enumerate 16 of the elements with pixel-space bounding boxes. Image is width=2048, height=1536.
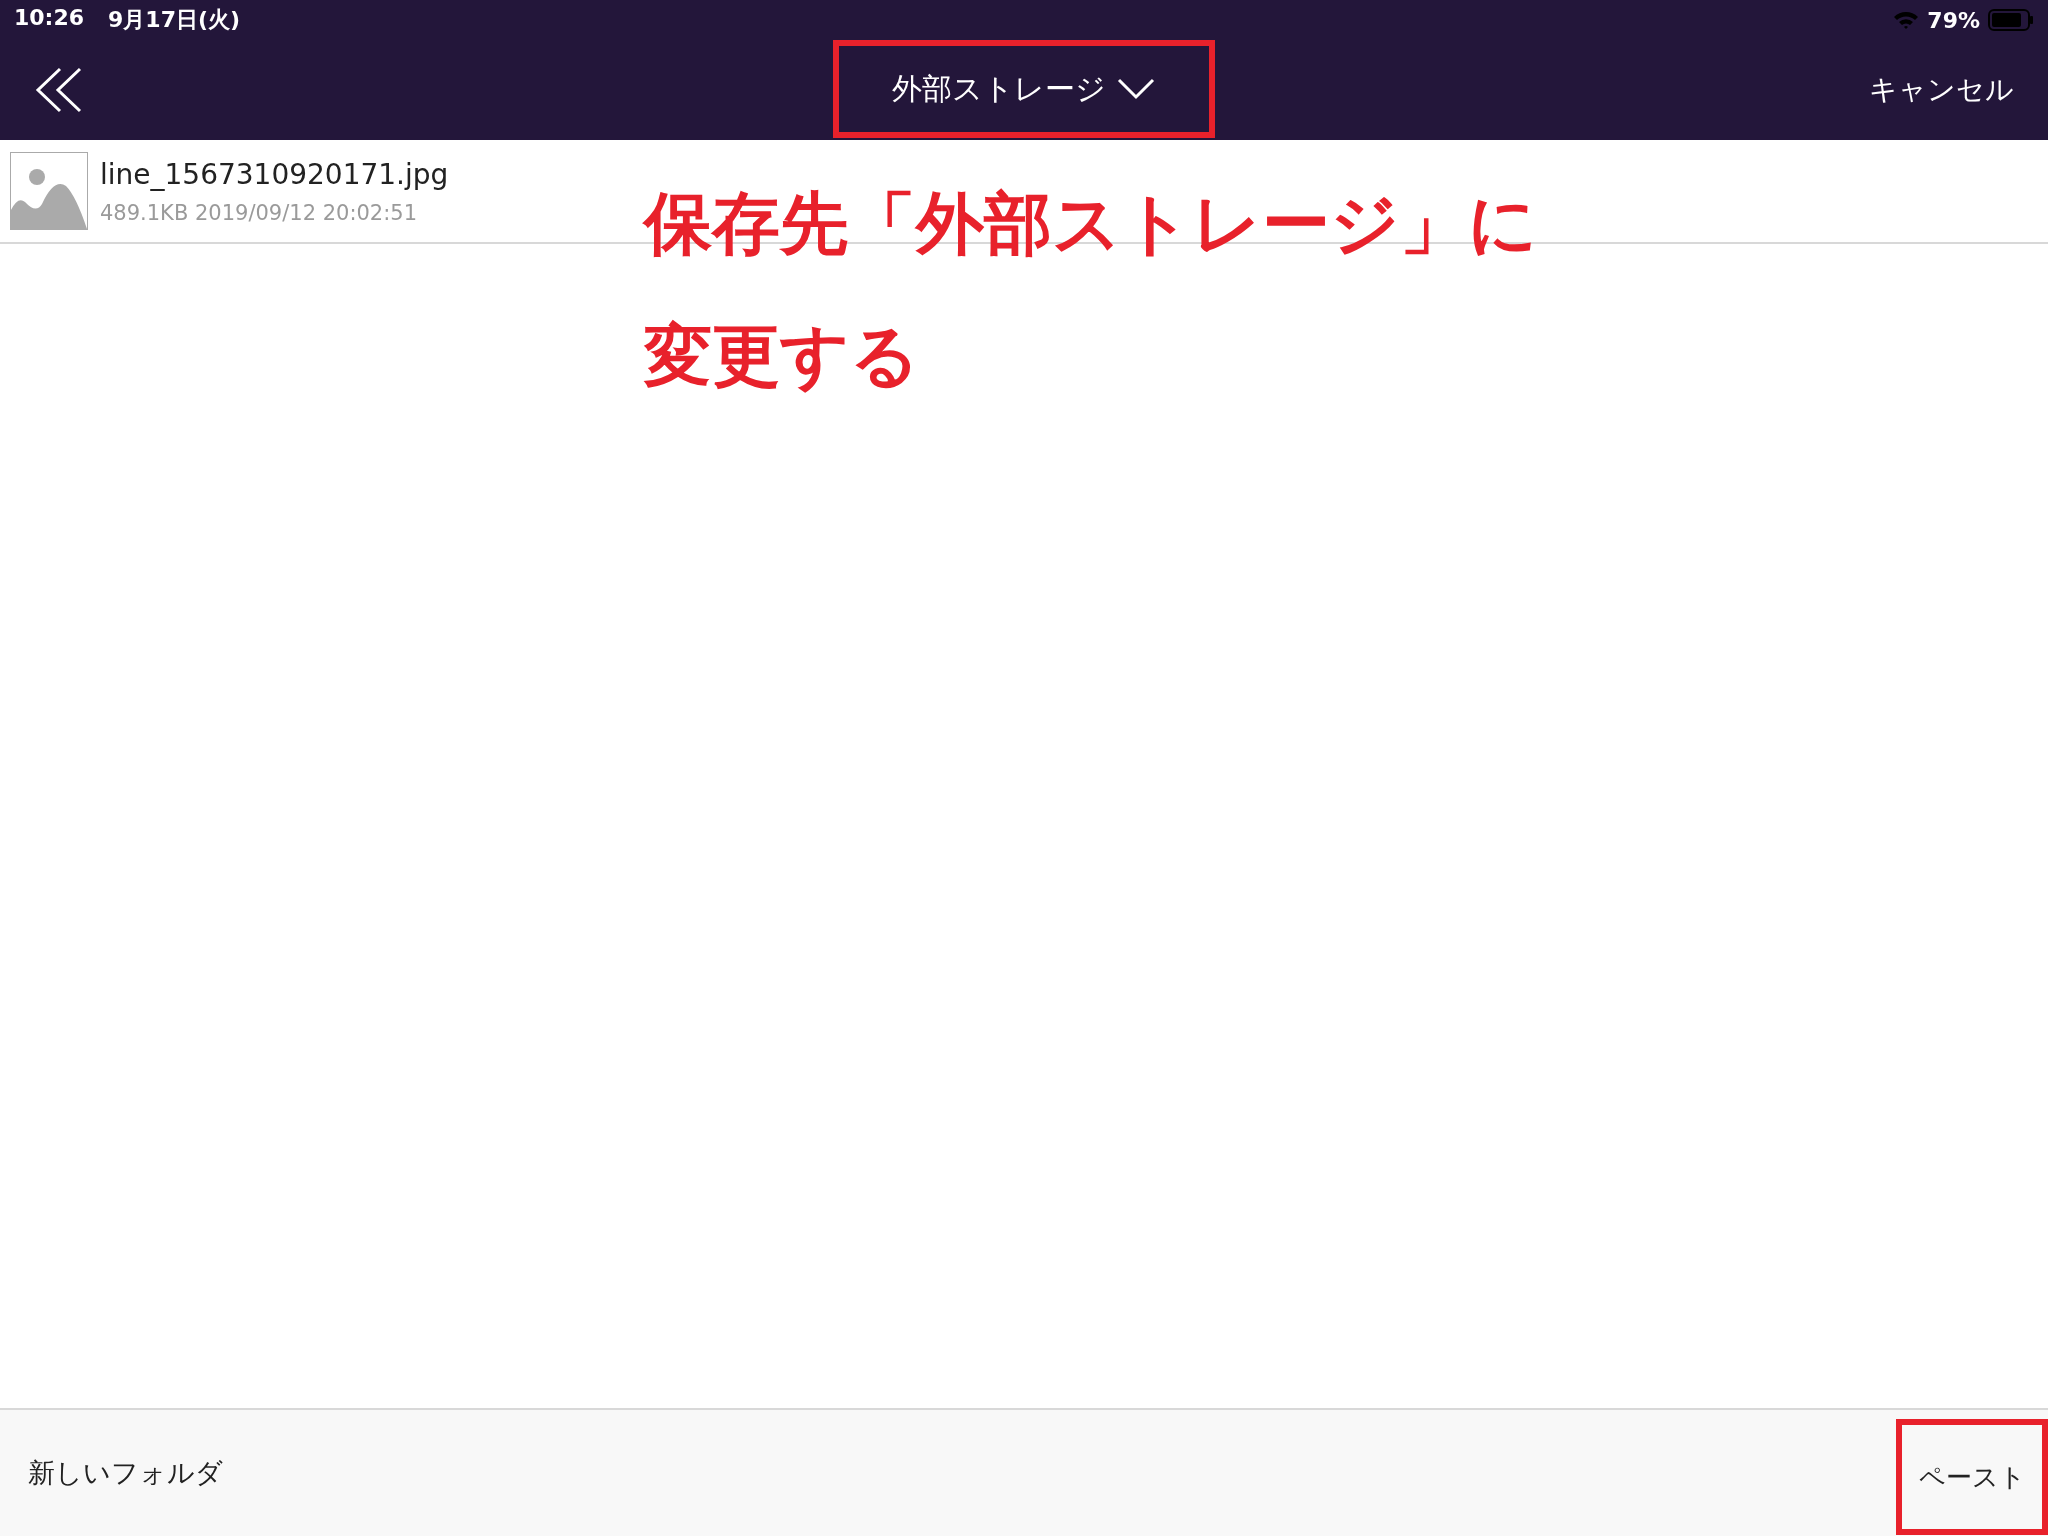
annotation-text: 保存先「外部ストレージ」に <box>644 183 1538 265</box>
battery-percentage: 79% <box>1927 7 1980 33</box>
double-chevron-left-icon[interactable] <box>34 67 84 113</box>
file-meta: 489.1KB 2019/09/12 20:02:51 <box>100 200 418 225</box>
wifi-icon <box>1893 10 1920 30</box>
status-date: 9月17日(火) <box>108 6 241 34</box>
new-folder-button[interactable]: 新しいフォルダ <box>6 1439 245 1507</box>
storage-selector[interactable]: 外部ストレージ <box>833 40 1215 138</box>
image-placeholder-icon <box>10 152 88 230</box>
cancel-button[interactable]: キャンセル <box>1869 71 2014 109</box>
file-name: line_1567310920171.jpg <box>100 157 449 191</box>
chevron-down-icon <box>1116 77 1156 101</box>
battery-icon <box>1988 9 2034 31</box>
paste-button[interactable]: ペースト <box>1896 1419 2048 1535</box>
annotation-text: 変更する <box>644 315 921 398</box>
status-time: 10:26 <box>14 5 85 32</box>
